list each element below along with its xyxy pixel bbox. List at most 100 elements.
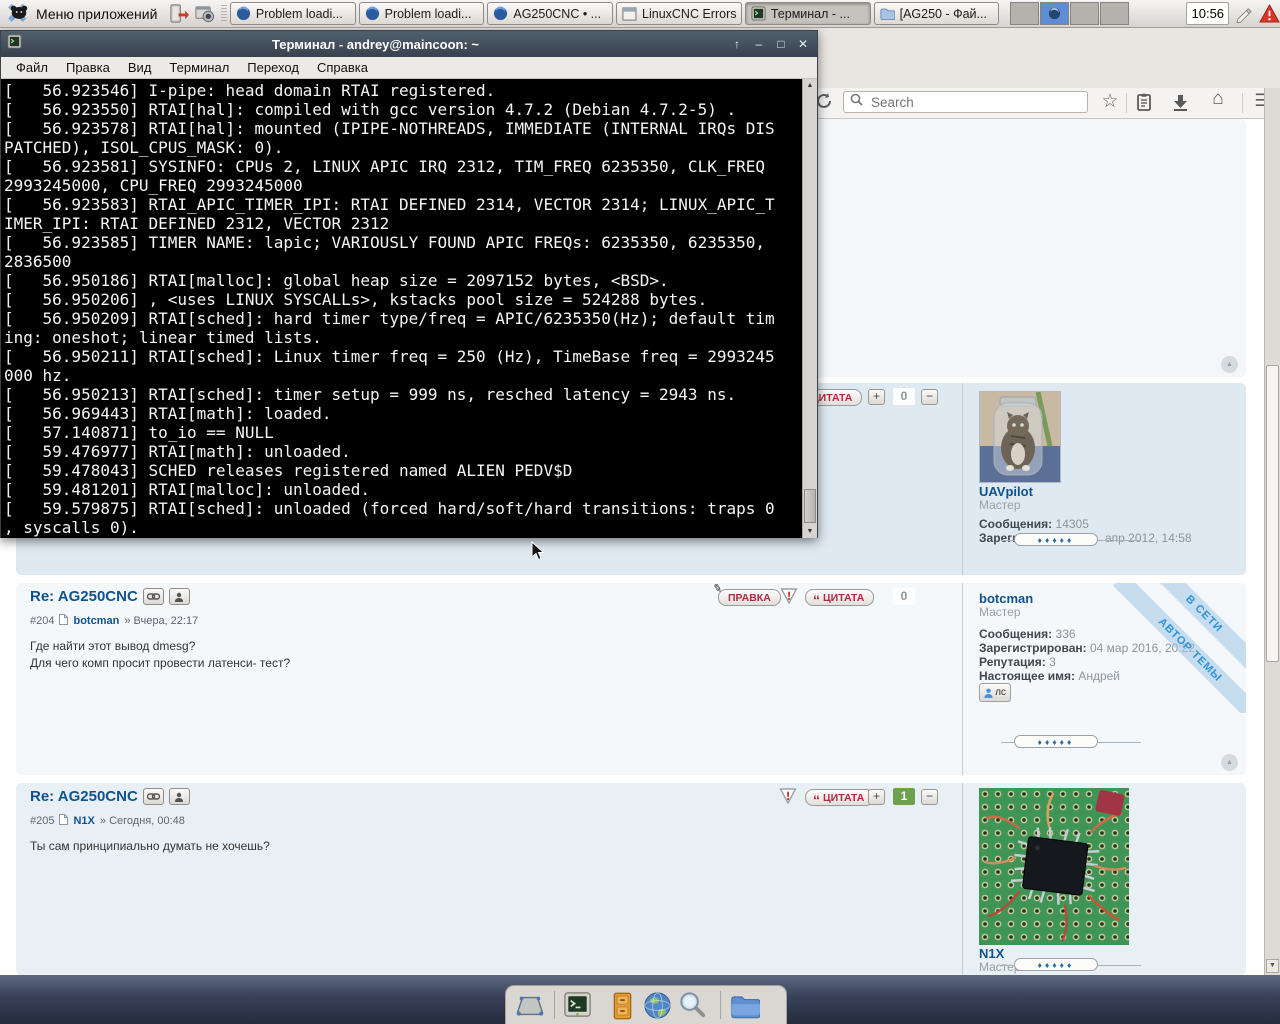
taskbar-button-firefox-1[interactable]: Problem loadi... — [229, 2, 356, 25]
user-rank: Мастер — [979, 605, 1021, 619]
window-minimize-button[interactable]: – — [751, 37, 767, 51]
quote-icon: “ — [813, 792, 820, 808]
user-registered: Зарегистрирован: 04 мар 2016, 20:22 — [979, 641, 1195, 655]
post-author-link[interactable]: N1X — [73, 815, 94, 827]
window-maximize-button[interactable]: □ — [773, 37, 789, 51]
taskbar-button-firefox-3[interactable]: AG250CNC • ... — [487, 2, 614, 25]
post-date: » Сегодня, 00:48 — [99, 815, 185, 827]
scrollbar-down-arrow[interactable]: ▼ — [803, 525, 817, 538]
download-icon[interactable] — [1168, 94, 1192, 117]
workspace-3[interactable] — [1070, 2, 1100, 25]
profile-post-icon[interactable] — [168, 588, 190, 605]
window-shade-button[interactable]: ↑ — [729, 37, 745, 51]
username-link[interactable]: N1X — [979, 946, 1004, 961]
workspace-1[interactable] — [1010, 2, 1040, 25]
terminal-launcher-icon[interactable] — [562, 990, 593, 1021]
top-panel: Меню приложений Problem loadi... Problem… — [0, 0, 1280, 28]
terminal-titlebar[interactable]: Терминал - andrey@maincoon: ~ ↑ – □ ✕ — [1, 31, 817, 57]
post-title-row: Re: AG250CNC — [30, 588, 190, 605]
workspace-2-active[interactable] — [1040, 2, 1070, 25]
taskbar-button-terminal[interactable]: Терминал - ... — [744, 2, 871, 25]
file-manager-icon[interactable] — [729, 990, 760, 1021]
scrollbar-thumb[interactable] — [804, 489, 816, 523]
applications-menu-button[interactable]: Меню приложений — [0, 1, 165, 27]
toolbar-divider — [1126, 93, 1127, 113]
logout-launcher-icon[interactable] — [166, 2, 190, 26]
user-panel-n1x: N1X Мастер ♦♦♦♦♦ — [962, 783, 1247, 975]
scrollbar-thumb[interactable] — [1266, 365, 1279, 662]
screenshot-launcher-icon[interactable] — [193, 2, 217, 26]
post-meta: #205 N1X » Сегодня, 00:48 — [30, 814, 185, 828]
post-title[interactable]: Re: AG250CNC — [30, 588, 138, 605]
bookmark-star-icon[interactable]: ☆ — [1098, 90, 1122, 113]
post-meta: #204 botcman » Вчера, 22:17 — [30, 614, 198, 628]
edit-icon: ✎ — [711, 582, 724, 596]
report-warning-icon[interactable] — [780, 588, 798, 605]
post-author-link[interactable]: botcman — [73, 615, 119, 627]
taskbar-button-linuxcnc[interactable]: LinuxCNC Errors — [616, 2, 742, 25]
post-title[interactable]: Re: AG250CNC — [30, 788, 138, 805]
edit-button[interactable]: ✎ ПРАВКА — [712, 582, 781, 606]
mouse-cursor — [531, 540, 545, 566]
terminal-menubar[interactable]: Файл Правка Вид Терминал Переход Справка — [1, 57, 817, 79]
rating-stars: ♦♦♦♦♦ — [1014, 735, 1098, 748]
terminal-body: [ 56.923546] I-pipe: head domain RTAI re… — [1, 79, 817, 538]
user-posts: Сообщения: 14305 — [979, 517, 1089, 531]
forum-post-204: Re: AG250CNC #204 botcman » Вчера, 22:17 — [16, 582, 1247, 775]
rating-stars: ♦♦♦♦♦ — [1014, 958, 1098, 971]
web-browser-globe-icon[interactable] — [642, 990, 673, 1021]
quote-button[interactable]: “ ЦИТАТА — [805, 589, 875, 607]
window-close-button[interactable]: ✕ — [795, 37, 811, 51]
permalink-icon[interactable] — [142, 588, 164, 605]
taskbar-button-filemanager[interactable]: [AG250 - Фай... — [873, 2, 1000, 25]
taskbar-button-firefox-2[interactable]: Problem loadi... — [358, 2, 485, 25]
quote-button[interactable]: “ ЦИТАТА — [805, 789, 875, 808]
report-warning-icon[interactable] — [779, 788, 797, 805]
vote-down-button[interactable]: − — [921, 789, 938, 805]
profile-post-icon[interactable] — [168, 788, 190, 805]
xfce-mouse-icon — [8, 2, 30, 25]
post-number: #205 — [30, 815, 55, 827]
desktop: ☆ ⌂ ☰ ▲ “ ЦИТАТА + — [0, 0, 1280, 1024]
dock — [505, 985, 787, 1024]
avatar[interactable] — [979, 391, 1061, 483]
scrollbar-down-arrow[interactable]: ▼ — [1266, 959, 1279, 973]
home-icon[interactable]: ⌂ — [1206, 88, 1230, 110]
library-icon[interactable] — [1132, 93, 1156, 117]
permalink-icon[interactable] — [142, 788, 164, 805]
avatar[interactable] — [979, 788, 1129, 945]
scroll-to-top-icon[interactable]: ▲ — [1221, 356, 1238, 373]
search-launcher-icon[interactable] — [677, 990, 708, 1021]
username-link[interactable]: botcman — [979, 591, 1033, 606]
rating-stars: ♦♦♦♦♦ — [1014, 533, 1098, 546]
user-reputation: Репутация: 3 — [979, 655, 1056, 669]
user-panel-uavpilot: UAVpilot Мастер Сообщения: 14305 Зарегис… — [962, 383, 1247, 575]
page-icon[interactable] — [59, 614, 69, 628]
post-number: #204 — [30, 615, 55, 627]
scroll-to-top-icon[interactable]: ▲ — [1221, 754, 1238, 771]
show-desktop-icon[interactable] — [514, 990, 545, 1021]
dock-separator — [720, 991, 721, 1019]
post-score: 0 — [893, 388, 915, 405]
warning-tray-icon[interactable] — [1258, 3, 1280, 25]
workspace-4[interactable] — [1100, 2, 1130, 25]
scrollbar-up-arrow[interactable]: ▲ — [803, 79, 817, 92]
username-link[interactable]: UAVpilot — [979, 484, 1033, 499]
user-panel-botcman: botcman Мастер Сообщения: 336 Зарегистри… — [962, 583, 1247, 775]
terminal-window: Терминал - andrey@maincoon: ~ ↑ – □ ✕ Фа… — [0, 30, 818, 538]
search-input[interactable] — [843, 91, 1088, 113]
post-date: » Вчера, 22:17 — [124, 615, 199, 627]
post-body: Ты сам принципиально думать не хочешь? — [30, 839, 270, 853]
private-message-button[interactable]: лс — [979, 683, 1011, 702]
input-pen-tray-icon[interactable] — [1233, 3, 1254, 25]
search-field[interactable] — [869, 93, 1081, 111]
vote-down-button[interactable]: − — [921, 389, 938, 405]
vote-up-button[interactable]: + — [868, 789, 885, 805]
user-rank: Мастер — [979, 498, 1021, 512]
browser-scrollbar[interactable]: ▼ — [1264, 88, 1280, 975]
vote-up-button[interactable]: + — [868, 389, 885, 405]
applications-menu-label: Меню приложений — [36, 5, 158, 22]
terminal-scrollbar[interactable]: ▲ ▼ — [802, 79, 817, 538]
file-cabinet-icon[interactable] — [607, 990, 638, 1021]
page-icon[interactable] — [59, 814, 69, 828]
